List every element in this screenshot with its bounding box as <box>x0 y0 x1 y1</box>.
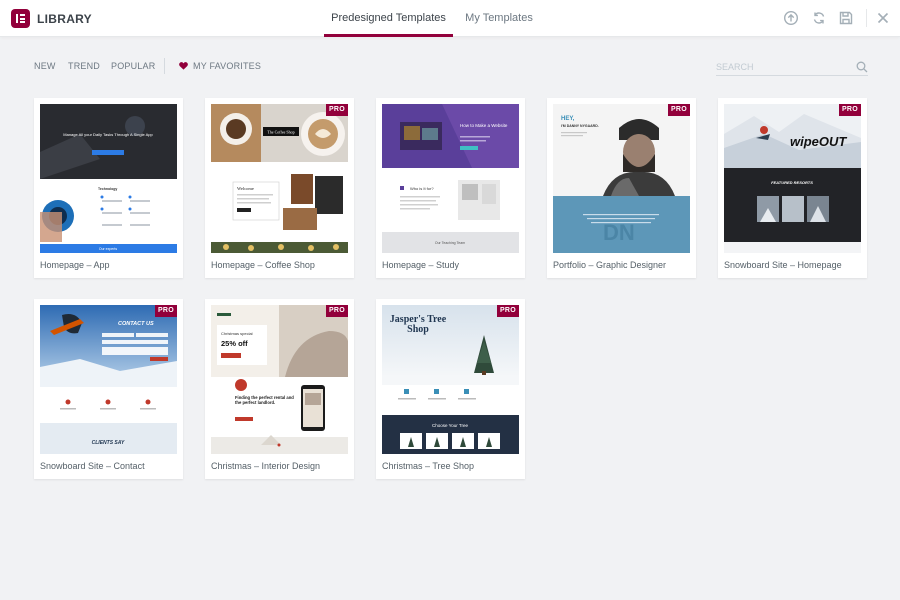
tab-predesigned-templates[interactable]: Predesigned Templates <box>324 0 453 37</box>
template-preview: HEY, I'M DANNY NYGAARD. DN <box>553 104 690 253</box>
thumb-offer-text: 25% off <box>221 339 248 348</box>
template-card-christmas-interior-design[interactable]: PRO Christmas special 25% off Finding th… <box>205 299 354 479</box>
thumb-hero-text: HEY, <box>561 116 575 122</box>
thumb-hero-text: CONTACT US <box>118 321 154 327</box>
pro-badge: PRO <box>668 104 690 116</box>
elementor-logo-icon <box>11 9 30 28</box>
template-card-snowboard-homepage[interactable]: PRO wipeOUT FEATURED RESORTS Snowboard S… <box>718 98 867 278</box>
template-preview: Manage All your Daily Tasks Through A Si… <box>40 104 177 253</box>
library-header: LIBRARY Predesigned Templates My Templat… <box>0 0 900 37</box>
filter-my-favorites[interactable]: MY FAVORITES <box>193 61 261 71</box>
pro-badge: PRO <box>326 104 348 116</box>
header-divider <box>866 9 867 27</box>
library-title: LIBRARY <box>37 12 92 26</box>
template-title: Homepage – Coffee Shop <box>211 260 315 270</box>
svg-text:DN: DN <box>603 220 635 245</box>
search-icon[interactable] <box>856 61 868 73</box>
filter-trend[interactable]: TREND <box>68 61 100 71</box>
pro-badge: PRO <box>326 305 348 317</box>
template-preview: Christmas special 25% off Finding the pe… <box>211 305 348 454</box>
thumb-subhero-text: I'M DANNY NYGAARD. <box>561 124 599 128</box>
template-title: Homepage – Study <box>382 260 460 270</box>
sync-icon[interactable] <box>811 10 827 26</box>
thumb-hero-text: Jasper's Tree Shop <box>389 315 447 335</box>
thumb-hero-text: wipeOUT <box>790 134 847 149</box>
close-icon[interactable] <box>875 10 891 26</box>
thumb-section-text: Finding the perfect rental and the perfe… <box>235 395 294 405</box>
thumb-section-text: Choose Your Tree <box>432 423 469 428</box>
template-preview: How to Make a Website Who is It for? Our… <box>382 104 519 253</box>
template-preview: wipeOUT FEATURED RESORTS <box>724 104 861 253</box>
thumb-section-text: FEATURED RESORTS <box>771 180 813 185</box>
template-title: Snowboard Site – Contact <box>40 461 145 471</box>
template-title: Christmas – Interior Design <box>211 461 321 471</box>
template-preview: CONTACT US CLIENTS SAY <box>40 305 177 454</box>
thumb-section-text: Technology <box>98 187 117 191</box>
template-title: Homepage – App <box>40 260 110 270</box>
template-card-homepage-study[interactable]: How to Make a Website Who is It for? Our… <box>376 98 525 278</box>
heart-icon[interactable] <box>179 62 188 70</box>
template-card-homepage-coffee-shop[interactable]: PRO The Coffee Shop Welcome Homepage – C… <box>205 98 354 278</box>
template-title: Snowboard Site – Homepage <box>724 260 842 270</box>
template-preview: Jasper's Tree Shop Choose Your Tree <box>382 305 519 454</box>
template-card-homepage-app[interactable]: Manage All your Daily Tasks Through A Si… <box>34 98 183 278</box>
thumb-hero-text: How to Make a Website <box>460 123 508 128</box>
template-card-snowboard-contact[interactable]: PRO CONTACT US CLIENTS SAY Snowboard Sit… <box>34 299 183 479</box>
thumb-footer-text: Our Teaching Team <box>435 241 465 245</box>
thumb-hero-text: Manage All your Daily Tasks Through A Si… <box>63 132 153 137</box>
filter-popular[interactable]: POPULAR <box>111 61 155 71</box>
search-box <box>716 58 868 76</box>
thumb-footer-text: Our experts <box>99 247 118 251</box>
thumb-section-text: Welcome <box>237 186 254 191</box>
thumb-hero-text: The Coffee Shop <box>267 130 294 135</box>
template-preview: The Coffee Shop Welcome <box>211 104 348 253</box>
pro-badge: PRO <box>155 305 177 317</box>
save-icon[interactable] <box>838 10 854 26</box>
search-input[interactable] <box>716 59 846 75</box>
template-card-christmas-tree-shop[interactable]: PRO Jasper's Tree Shop Choose Your Tree <box>376 299 525 479</box>
upload-icon[interactable] <box>783 10 799 26</box>
tab-my-templates[interactable]: My Templates <box>453 0 545 37</box>
pro-badge: PRO <box>497 305 519 317</box>
filter-new[interactable]: NEW <box>34 61 56 71</box>
thumb-section-text: Who is It for? <box>410 186 434 191</box>
filter-divider <box>164 58 165 74</box>
thumb-footer-text: CLIENTS SAY <box>92 440 125 446</box>
template-title: Christmas – Tree Shop <box>382 461 475 471</box>
pro-badge: PRO <box>839 104 861 116</box>
template-card-portfolio-graphic-designer[interactable]: PRO HEY, I'M DANNY NYGAARD. DN Portfolio… <box>547 98 696 278</box>
template-title: Portfolio – Graphic Designer <box>553 260 667 270</box>
thumb-hero-text: Christmas special <box>221 331 253 336</box>
